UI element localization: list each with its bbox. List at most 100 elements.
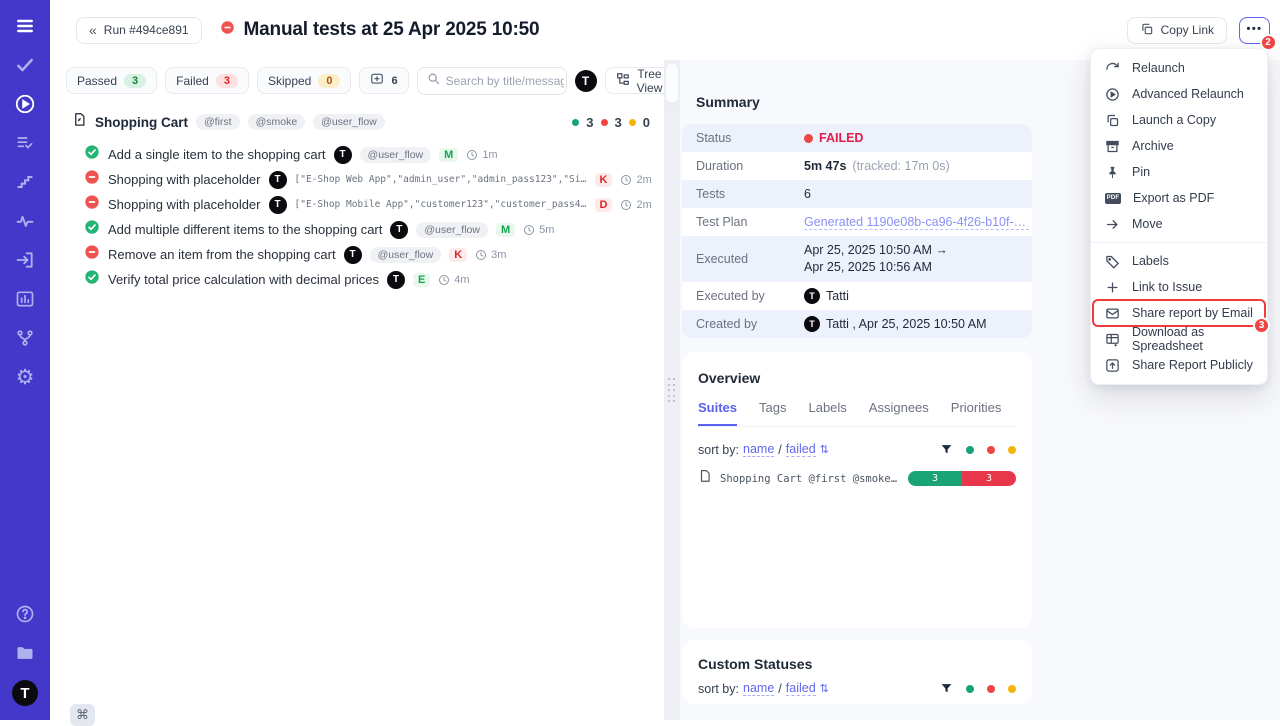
suite-header[interactable]: Shopping Cart @first @smoke @user_flow 3…: [50, 110, 664, 134]
failed-dot-icon: [804, 134, 813, 143]
filter-funnel-icon[interactable]: [940, 682, 953, 695]
tree-view-icon: [616, 72, 630, 89]
app-logo[interactable]: T: [12, 680, 38, 706]
sort-direction-icon[interactable]: ⇅: [820, 682, 829, 695]
menu-item-move[interactable]: Move: [1091, 211, 1267, 237]
test-row[interactable]: Remove an item from the shopping cart T …: [84, 242, 664, 267]
sort-by-name-link[interactable]: name: [743, 442, 774, 457]
analytics-bar-chart-icon[interactable]: [13, 287, 37, 311]
milestones-steps-icon[interactable]: [13, 170, 37, 194]
tab-suites[interactable]: Suites: [698, 400, 737, 426]
copy-link-button[interactable]: Copy Link: [1127, 17, 1227, 44]
tests-check-icon[interactable]: [13, 53, 37, 77]
test-row[interactable]: Shopping with placeholder T ["E-Shop Mob…: [84, 192, 664, 217]
test-row[interactable]: Shopping with placeholder T ["E-Shop Web…: [84, 167, 664, 192]
play-circle-icon: [1105, 87, 1120, 102]
help-icon[interactable]: [13, 602, 37, 626]
more-actions-menu: Relaunch Advanced Relaunch Launch a Copy…: [1090, 48, 1268, 385]
file-icon: [698, 469, 712, 488]
menu-item-link-to-issue[interactable]: Link to Issue: [1091, 274, 1267, 300]
passed-filter-button[interactable]: Passed 3: [66, 67, 157, 94]
test-tag[interactable]: @user_flow: [360, 147, 432, 163]
tab-assignees[interactable]: Assignees: [869, 400, 929, 426]
command-shortcut-button[interactable]: ⌘: [70, 704, 95, 726]
skipped-filter-button[interactable]: Skipped 0: [257, 67, 352, 94]
runs-play-circle-icon[interactable]: [13, 92, 37, 116]
pass-fail-bar[interactable]: 3 3: [908, 471, 1016, 486]
test-plan-link[interactable]: Generated 1190e08b-ca96-4f26-b10f-d6dc…: [804, 215, 1029, 230]
test-title: Shopping with placeholder: [108, 197, 261, 212]
menu-item-labels[interactable]: Labels: [1091, 248, 1267, 274]
menu-item-share-report-publicly[interactable]: Share Report Publicly: [1091, 352, 1267, 378]
tab-priorities[interactable]: Priorities: [951, 400, 1002, 426]
passed-count-badge: 3: [124, 74, 146, 88]
back-to-run-button[interactable]: « Run #494ce891: [76, 17, 202, 44]
suite-tag[interactable]: @smoke: [248, 114, 306, 130]
resize-grip-icon[interactable]: [668, 378, 676, 404]
arrow-right-icon: [1105, 217, 1120, 232]
projects-folder-icon[interactable]: [13, 641, 37, 665]
suite-tag[interactable]: @first: [196, 114, 240, 130]
tab-labels[interactable]: Labels: [808, 400, 846, 426]
skipped-dot-icon: [629, 119, 636, 126]
scrollbar-thumb[interactable]: [666, 63, 678, 103]
overview-suite-row[interactable]: Shopping Cart @first @smoke … 3 3: [698, 469, 1016, 488]
filter-funnel-icon[interactable]: [940, 443, 953, 456]
copy-icon: [1105, 113, 1120, 128]
comments-filter-button[interactable]: 6: [359, 67, 408, 94]
skipped-legend-dot[interactable]: [1008, 446, 1016, 454]
sort-by-failed-link[interactable]: failed: [786, 681, 816, 696]
menu-item-share-report-by-email[interactable]: Share report by Email 3: [1093, 300, 1265, 326]
summary-row-created-by: Created by TTatti , Apr 25, 2025 10:50 A…: [682, 310, 1032, 338]
tab-tags[interactable]: Tags: [759, 400, 786, 426]
sort-by-failed-link[interactable]: failed: [786, 442, 816, 457]
skipped-filter-label: Skipped: [268, 74, 311, 88]
pdf-icon: PDF: [1105, 193, 1121, 204]
menu-item-advanced-relaunch[interactable]: Advanced Relaunch: [1091, 81, 1267, 107]
failed-filter-button[interactable]: Failed 3: [165, 67, 249, 94]
sort-direction-icon[interactable]: ⇅: [820, 443, 829, 456]
passed-legend-dot[interactable]: [966, 685, 974, 693]
bar-failed-segment: 3: [962, 471, 1016, 486]
menu-item-launch-a-copy[interactable]: Launch a Copy: [1091, 107, 1267, 133]
menu-item-export-as-pdf[interactable]: PDF Export as PDF: [1091, 185, 1267, 211]
plus-icon: [1105, 280, 1120, 295]
assignee-avatar[interactable]: T: [575, 70, 597, 92]
hamburger-menu-icon[interactable]: [13, 14, 37, 38]
failed-legend-dot[interactable]: [987, 446, 995, 454]
pulse-activity-icon[interactable]: [13, 209, 37, 233]
test-plans-list-check-icon[interactable]: [13, 131, 37, 155]
skipped-legend-dot[interactable]: [1008, 685, 1016, 693]
menu-item-pin[interactable]: Pin: [1091, 159, 1267, 185]
test-row[interactable]: Add multiple different items to the shop…: [84, 217, 664, 242]
menu-item-archive[interactable]: Archive: [1091, 133, 1267, 159]
skipped-count-badge: 0: [318, 74, 340, 88]
test-duration: 2m: [636, 174, 651, 186]
more-actions-button[interactable]: ••• 2: [1239, 17, 1270, 44]
overview-sort-row: sort by: name / failed ⇅: [698, 442, 1016, 457]
menu-item-relaunch[interactable]: Relaunch: [1091, 55, 1267, 81]
suite-name: Shopping Cart: [95, 115, 188, 130]
branch-icon[interactable]: [13, 326, 37, 350]
sort-by-label: sort by:: [698, 682, 739, 696]
search-input[interactable]: [446, 74, 564, 88]
gear-icon[interactable]: ⚙: [13, 365, 37, 389]
status-legend: [940, 443, 1016, 456]
panel-resize-gutter[interactable]: [664, 60, 680, 720]
passed-check-icon: [84, 269, 100, 290]
failed-legend-dot[interactable]: [987, 685, 995, 693]
test-row[interactable]: Add a single item to the shopping cart T…: [84, 142, 664, 167]
created-by-value: Tatti , Apr 25, 2025 10:50 AM: [826, 317, 987, 331]
test-tag[interactable]: @user_flow: [370, 247, 442, 263]
sort-by-name-link[interactable]: name: [743, 681, 774, 696]
suite-tag[interactable]: @user_flow: [313, 114, 385, 130]
menu-divider: [1091, 242, 1267, 243]
passed-legend-dot[interactable]: [966, 446, 974, 454]
failed-filter-label: Failed: [176, 74, 209, 88]
import-icon[interactable]: [13, 248, 37, 272]
menu-item-download-as-spreadsheet[interactable]: Download as Spreadsheet: [1091, 326, 1267, 352]
comment-plus-icon: [370, 72, 384, 89]
failed-minus-icon: [84, 244, 100, 265]
test-tag[interactable]: @user_flow: [416, 222, 488, 238]
test-row[interactable]: Verify total price calculation with deci…: [84, 267, 664, 292]
